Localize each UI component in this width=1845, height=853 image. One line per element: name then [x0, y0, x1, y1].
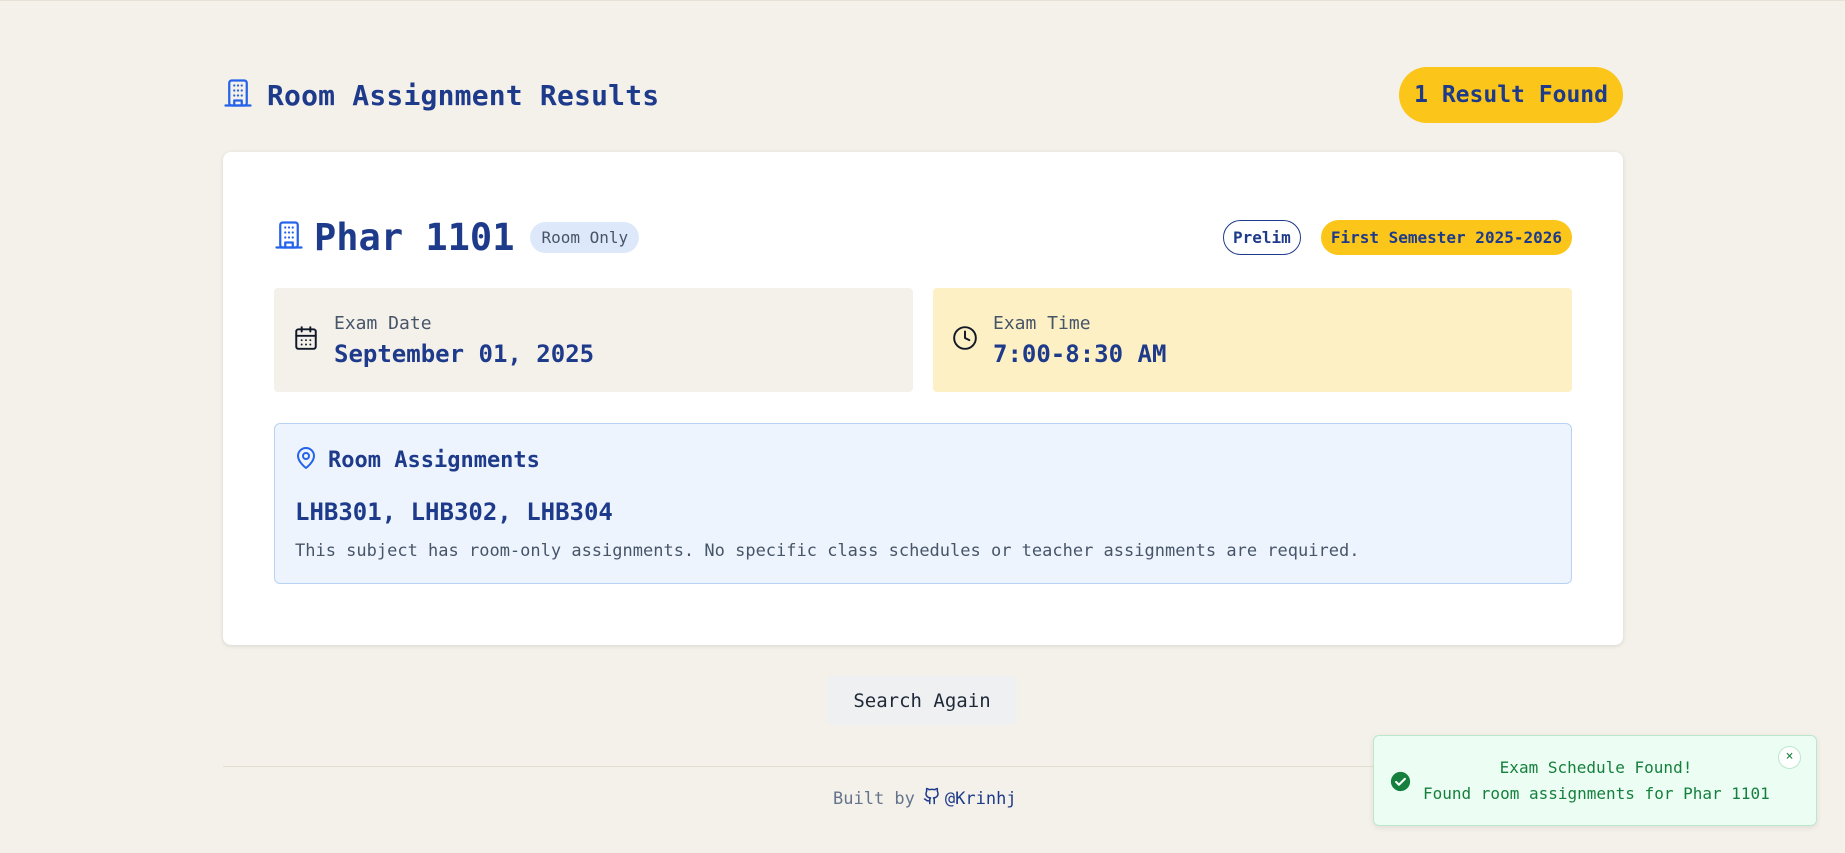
- exam-time-value: 7:00-8:30 AM: [993, 339, 1167, 368]
- results-count-badge: 1 Result Found: [1399, 67, 1623, 123]
- room-assignments-header: Room Assignments: [294, 446, 540, 474]
- author-link[interactable]: @Krinhj: [923, 787, 1017, 810]
- building-icon: [223, 78, 253, 112]
- subject-code: Phar 1101: [314, 215, 515, 259]
- toast-title: Exam Schedule Found!: [1499, 758, 1693, 777]
- results-header: Room Assignment Results 1 Result Found: [223, 67, 1623, 123]
- semester-tag: First Semester 2025-2026: [1320, 219, 1572, 255]
- close-icon[interactable]: ×: [1778, 746, 1801, 769]
- exam-date-value: September 01, 2025: [334, 339, 595, 368]
- success-toast: Exam Schedule Found! Found room assignme…: [1373, 735, 1817, 826]
- built-by-text: Built by: [833, 788, 915, 809]
- term-tag: Prelim: [1223, 219, 1301, 255]
- map-pin-icon: [294, 446, 318, 474]
- top-divider: [0, 0, 1845, 1]
- subject-group: Phar 1101 Room Only: [274, 215, 640, 259]
- github-icon: [923, 787, 941, 810]
- room-list: LHB301, LHB302, LHB304: [295, 498, 613, 526]
- author-handle: @Krinhj: [944, 788, 1017, 809]
- room-assignments-title: Room Assignments: [328, 447, 540, 473]
- footer: Built by @Krinhj: [833, 787, 1017, 810]
- exam-time-label: Exam Time: [993, 312, 1091, 334]
- header-title-group: Room Assignment Results: [223, 78, 659, 112]
- clock-icon: [952, 325, 978, 351]
- building-icon: [274, 220, 304, 254]
- toast-message: Found room assignments for Phar 1101: [1423, 784, 1770, 803]
- card-header: Phar 1101 Room Only Prelim First Semeste…: [274, 212, 1572, 262]
- room-assignments-panel: Room Assignments LHB301, LHB302, LHB304 …: [274, 423, 1572, 584]
- page-title: Room Assignment Results: [267, 78, 660, 112]
- calendar-icon: [293, 325, 319, 351]
- exam-date-label: Exam Date: [334, 312, 432, 334]
- exam-time-box: Exam Time 7:00-8:30 AM: [933, 288, 1572, 392]
- result-card: Phar 1101 Room Only Prelim First Semeste…: [223, 152, 1623, 645]
- search-again-button[interactable]: Search Again: [827, 676, 1017, 725]
- exam-date-box: Exam Date September 01, 2025: [274, 288, 913, 392]
- tag-group: Prelim First Semester 2025-2026: [1223, 219, 1572, 255]
- room-assignments-note: This subject has room-only assignments. …: [295, 541, 1360, 561]
- room-only-badge: Room Only: [530, 221, 640, 253]
